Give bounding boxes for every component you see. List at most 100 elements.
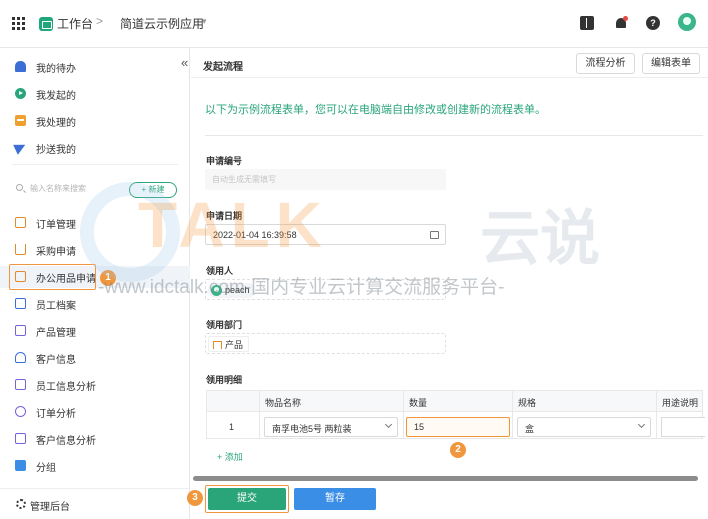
- sidebar-item-employee-analysis[interactable]: 员工信息分析: [0, 374, 190, 396]
- sidebar-item-label: 采购申请: [36, 247, 76, 258]
- org-chart-icon: [213, 341, 222, 349]
- send-icon: [13, 140, 28, 155]
- bell-icon: [15, 61, 26, 72]
- apply-date-field[interactable]: 2022-01-04 16:39:58: [205, 224, 446, 245]
- recipient-label: 领用人: [206, 266, 234, 276]
- search-icon: [16, 184, 23, 191]
- details-table: 物品名称 数量 规格 用途说明 1 南孚电池5号 两粒装 15 盒: [206, 390, 705, 439]
- app-caret-icon[interactable]: ▾: [202, 16, 207, 27]
- sidebar-item-handled[interactable]: 我处理的: [0, 110, 190, 132]
- column-header-spec: 规格: [518, 398, 537, 408]
- department-chip: 产品: [208, 336, 250, 352]
- collapse-sidebar-icon[interactable]: «: [181, 55, 188, 70]
- sidebar-item-initiated[interactable]: 我发起的: [0, 83, 190, 105]
- person-icon: [15, 352, 26, 363]
- column-header-purpose: 用途说明: [662, 398, 699, 408]
- flow-analysis-button[interactable]: 流程分析: [576, 53, 635, 74]
- column-header-qty: 数量: [409, 398, 428, 408]
- row-index: 1: [229, 422, 235, 432]
- sidebar-item-label: 客户信息: [36, 355, 76, 366]
- table-header: 物品名称 数量 规格 用途说明: [207, 391, 702, 412]
- sidebar-item-label: 员工档案: [36, 301, 76, 312]
- new-button[interactable]: + 新建: [129, 182, 177, 198]
- gear-icon: [16, 499, 26, 509]
- sidebar-item-todo[interactable]: 我的待办: [0, 56, 190, 78]
- sidebar-item-purchase[interactable]: 采购申请: [0, 239, 190, 261]
- sidebar-item-group[interactable]: 分组: [0, 455, 190, 477]
- folder-icon: [15, 460, 26, 471]
- form-icon: [15, 217, 26, 228]
- add-row-button[interactable]: + 添加: [217, 450, 243, 463]
- submit-button[interactable]: 提交: [208, 488, 286, 510]
- column-divider: [259, 391, 260, 438]
- apply-date-value: 2022-01-04 16:39:58: [213, 230, 297, 240]
- sidebar-item-orders[interactable]: 订单管理: [0, 212, 190, 234]
- inbox-icon: [15, 115, 26, 126]
- page-title: 发起流程: [203, 62, 243, 73]
- sidebar-item-label: 我的待办: [36, 64, 76, 75]
- edit-form-button[interactable]: 编辑表单: [642, 53, 700, 74]
- details-label: 领用明细: [206, 375, 243, 385]
- app-grid-icon[interactable]: [12, 17, 25, 30]
- column-divider: [403, 391, 404, 438]
- sidebar-item-label: 产品管理: [36, 328, 76, 339]
- intro-divider: [205, 135, 703, 136]
- column-header-item: 物品名称: [265, 398, 302, 408]
- sidebar-item-label: 我处理的: [36, 118, 76, 129]
- department-label: 领用部门: [206, 320, 243, 330]
- sidebar-item-products[interactable]: 产品管理: [0, 320, 190, 342]
- sidebar-item-label: 客户信息分析: [36, 436, 96, 447]
- recipient-field[interactable]: peach: [205, 279, 446, 300]
- column-divider: [512, 391, 513, 438]
- user-avatar[interactable]: [678, 13, 696, 31]
- search-placeholder: 输入名称来搜索: [30, 184, 86, 193]
- spec-value: 盒: [525, 424, 535, 434]
- sidebar-item-customers[interactable]: 客户信息: [0, 347, 190, 369]
- book-icon[interactable]: [580, 16, 594, 30]
- quantity-input[interactable]: 15: [406, 417, 510, 437]
- quantity-value: 15: [414, 422, 425, 432]
- highlight-frame-office-supplies: [9, 264, 96, 290]
- serial-number-field: 自动生成无需填写: [205, 169, 446, 190]
- item-name-value: 南孚电池5号 两粒装: [272, 424, 352, 434]
- sidebar-item-employee-files[interactable]: 员工档案: [0, 293, 190, 315]
- monitor-icon: [15, 433, 26, 444]
- play-circle-icon: [15, 88, 26, 99]
- serial-number-placeholder: 自动生成无需填写: [212, 175, 276, 184]
- department-field[interactable]: 产品: [205, 333, 446, 354]
- purpose-input[interactable]: [661, 417, 705, 437]
- column-divider: [656, 391, 657, 438]
- sidebar-item-label: 订单管理: [36, 220, 76, 231]
- help-icon[interactable]: ?: [646, 16, 660, 30]
- cart-icon: [15, 244, 26, 255]
- sidebar-item-customer-analysis[interactable]: 客户信息分析: [0, 428, 190, 450]
- step-marker-2: 2: [450, 442, 466, 458]
- notification-bell-icon[interactable]: [614, 16, 628, 30]
- app-name[interactable]: 简道云示例应用: [120, 15, 204, 32]
- item-name-select[interactable]: 南孚电池5号 两粒装: [264, 417, 398, 437]
- admin-label: 管理后台: [30, 502, 70, 513]
- form-intro-text: 以下为示例流程表单，您可以在电脑端自由修改或创建新的流程表单。: [205, 104, 546, 116]
- recipient-chip: peach: [208, 283, 255, 298]
- chevron-down-icon: [384, 420, 393, 429]
- admin-console-link[interactable]: 管理后台: [0, 488, 190, 519]
- sidebar-item-order-analysis[interactable]: 订单分析: [0, 401, 190, 423]
- sidebar-item-cc[interactable]: 抄送我的: [0, 137, 190, 159]
- calendar-icon[interactable]: [430, 231, 439, 239]
- sidebar-item-label: 员工信息分析: [36, 382, 96, 393]
- apply-date-label: 申请日期: [206, 211, 243, 221]
- sidebar-item-label: 我发起的: [36, 91, 76, 102]
- recipient-name: peach: [225, 285, 250, 295]
- spec-select[interactable]: 盒: [517, 417, 651, 437]
- workspace-link[interactable]: 工作台: [57, 15, 93, 32]
- serial-number-label: 申请编号: [206, 156, 243, 166]
- department-name: 产品: [225, 340, 244, 350]
- step-marker-3: 3: [187, 490, 203, 506]
- step-marker-1: 1: [100, 270, 116, 286]
- workspace-icon: [39, 17, 53, 31]
- sidebar-item-label: 订单分析: [36, 409, 76, 420]
- sidebar-item-label: 抄送我的: [36, 145, 76, 156]
- avatar: [211, 285, 222, 296]
- save-draft-button[interactable]: 暂存: [294, 488, 376, 510]
- sidebar-search[interactable]: 输入名称来搜索: [12, 182, 124, 196]
